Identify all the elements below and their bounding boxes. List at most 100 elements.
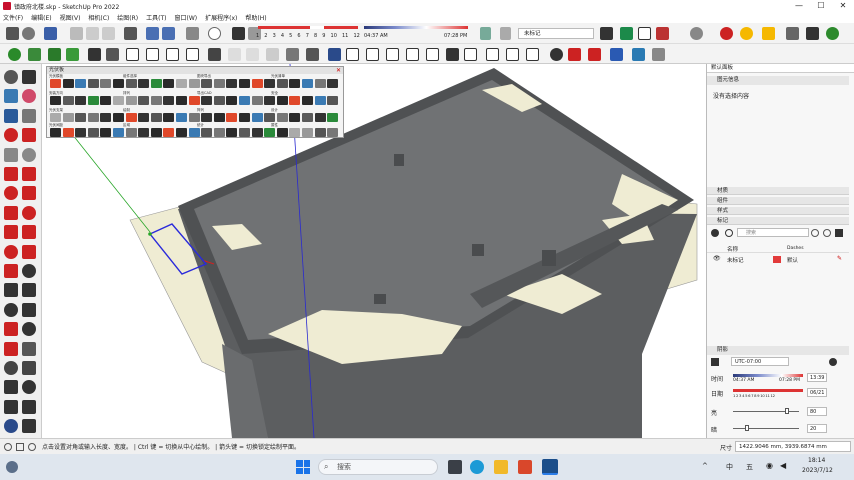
menu-help[interactable]: 帮助(H) xyxy=(245,13,266,22)
volume-icon[interactable]: ◀ xyxy=(780,461,786,470)
entity-info-header[interactable]: 图元信息 xyxy=(707,76,849,85)
plugin-tool-icon-4[interactable] xyxy=(66,48,79,61)
solar-tool-icon[interactable] xyxy=(113,113,124,122)
solar-tool-icon[interactable] xyxy=(138,96,150,105)
close-icon[interactable]: ✕ xyxy=(336,67,341,74)
taskbar-search-input[interactable]: ⌕ 搜索 xyxy=(318,459,438,475)
solar-tool-icon[interactable] xyxy=(201,96,213,105)
follow-me-tool-icon[interactable] xyxy=(22,264,36,278)
solar-tool-icon[interactable] xyxy=(100,96,112,105)
eraser-tool-icon[interactable] xyxy=(22,89,36,104)
solar-tool-icon[interactable] xyxy=(188,96,200,105)
solar-tool-icon[interactable] xyxy=(289,79,301,88)
solar-tool-icon[interactable] xyxy=(50,79,61,88)
solar-tool-icon[interactable] xyxy=(87,113,99,122)
tag-options-icon[interactable] xyxy=(811,229,819,237)
rotate-tool-icon[interactable] xyxy=(22,225,36,240)
extension-warehouse-icon[interactable] xyxy=(656,27,669,40)
erase-icon[interactable] xyxy=(124,27,137,40)
open-icon[interactable] xyxy=(22,27,35,40)
solar-tool-icon[interactable] xyxy=(125,96,137,105)
menu-window[interactable]: 窗口(W) xyxy=(175,13,198,22)
section-tool-icon[interactable] xyxy=(4,419,18,434)
plugin-blue-icon[interactable] xyxy=(610,48,623,61)
polygon-tool-icon[interactable] xyxy=(22,167,36,181)
solar-tool-icon[interactable] xyxy=(62,128,74,137)
solar-tool-icon[interactable] xyxy=(163,128,175,137)
solar-tool-icon[interactable] xyxy=(138,113,150,122)
orbit-tool-icon[interactable] xyxy=(22,70,36,84)
camera-settings-icon[interactable] xyxy=(786,27,799,40)
monochrome-icon[interactable] xyxy=(306,48,319,61)
components-section[interactable]: 组件 xyxy=(707,197,849,205)
solar-tool-icon[interactable] xyxy=(251,96,263,105)
clock-time[interactable]: 18:14 xyxy=(808,457,825,464)
component-icon[interactable] xyxy=(480,27,491,40)
file-explorer-icon[interactable] xyxy=(494,460,508,474)
box-tool-icon-6[interactable] xyxy=(506,48,519,61)
warehouse-icon[interactable] xyxy=(620,27,633,40)
solar-tool-icon[interactable] xyxy=(62,79,74,88)
materials-section[interactable]: 材质 xyxy=(707,187,849,195)
box-tool-icon-7[interactable] xyxy=(526,48,539,61)
solar-tool-icon[interactable] xyxy=(176,96,187,105)
dark-slider[interactable] xyxy=(733,428,799,429)
month-slider[interactable] xyxy=(254,26,360,33)
paste-icon[interactable] xyxy=(102,27,115,40)
solar-tool-icon[interactable] xyxy=(75,128,87,137)
light-input[interactable]: 80 xyxy=(807,407,827,416)
solar-tool-icon[interactable] xyxy=(176,128,187,137)
shaded-texture-icon[interactable] xyxy=(286,48,299,61)
zoom-window-tool-icon[interactable] xyxy=(22,361,36,375)
ime-mode[interactable]: 五 xyxy=(746,462,753,472)
shadow-section-header[interactable]: 阴影 xyxy=(707,346,849,355)
solar-tool-icon[interactable] xyxy=(213,96,225,105)
wireframe-icon[interactable] xyxy=(228,48,241,61)
position-camera-tool-icon[interactable] xyxy=(4,399,18,414)
solar-tool-icon[interactable] xyxy=(264,79,276,88)
solar-tool-icon[interactable] xyxy=(314,113,326,122)
light-settings-icon[interactable] xyxy=(762,27,775,40)
light-slider[interactable] xyxy=(733,411,799,412)
solar-tool-icon[interactable] xyxy=(276,128,288,137)
menu-camera[interactable]: 相机(C) xyxy=(88,13,109,22)
solar-tool-icon[interactable] xyxy=(163,96,175,105)
box-tool-icon-3[interactable] xyxy=(446,48,459,61)
look-around-tool-icon[interactable] xyxy=(22,399,36,414)
plugin-xl-icon[interactable] xyxy=(588,48,601,61)
solar-tool-icon[interactable] xyxy=(289,113,301,122)
solar-tool-icon[interactable] xyxy=(276,96,288,105)
solar-tool-icon[interactable] xyxy=(87,96,99,105)
solar-tool-icon[interactable] xyxy=(327,128,339,137)
solar-tool-icon[interactable] xyxy=(150,128,162,137)
solar-tool-icon[interactable] xyxy=(226,96,238,105)
solar-tool-icon[interactable] xyxy=(201,79,213,88)
cut-icon[interactable] xyxy=(70,27,83,40)
plugin-tool-icon-1[interactable] xyxy=(8,48,21,61)
solar-tool-icon[interactable] xyxy=(327,79,339,88)
office-app-icon[interactable] xyxy=(518,460,532,474)
plugin-ball-icon[interactable] xyxy=(550,48,563,61)
xray-icon[interactable] xyxy=(208,48,221,61)
solar-tool-icon[interactable] xyxy=(100,128,112,137)
solar-tool-icon[interactable] xyxy=(239,79,250,88)
back-view-icon[interactable] xyxy=(166,48,179,61)
menu-draw[interactable]: 绘图(R) xyxy=(117,13,138,22)
solar-tool-icon[interactable] xyxy=(100,113,112,122)
text-tool-icon[interactable] xyxy=(22,302,36,317)
sketchup-taskbar-icon[interactable] xyxy=(542,459,558,475)
date-input[interactable]: 06/21 xyxy=(807,388,827,397)
windows-start-icon[interactable] xyxy=(296,460,310,474)
new-file-icon[interactable] xyxy=(6,27,19,40)
solar-tool-icon[interactable] xyxy=(188,113,200,122)
solar-tool-icon[interactable] xyxy=(150,96,162,105)
solar-tool-icon[interactable] xyxy=(264,128,276,137)
arc-tool-icon[interactable] xyxy=(4,186,18,201)
solar-tool-icon[interactable] xyxy=(87,128,99,137)
section-plane-icon[interactable] xyxy=(328,48,341,61)
solar-tool-icon[interactable] xyxy=(276,79,288,88)
menu-extensions[interactable]: 扩展程序(x) xyxy=(205,13,237,22)
solar-tool-icon[interactable] xyxy=(327,96,339,105)
solar-tool-icon[interactable] xyxy=(302,79,313,88)
task-view-icon[interactable] xyxy=(448,460,462,474)
